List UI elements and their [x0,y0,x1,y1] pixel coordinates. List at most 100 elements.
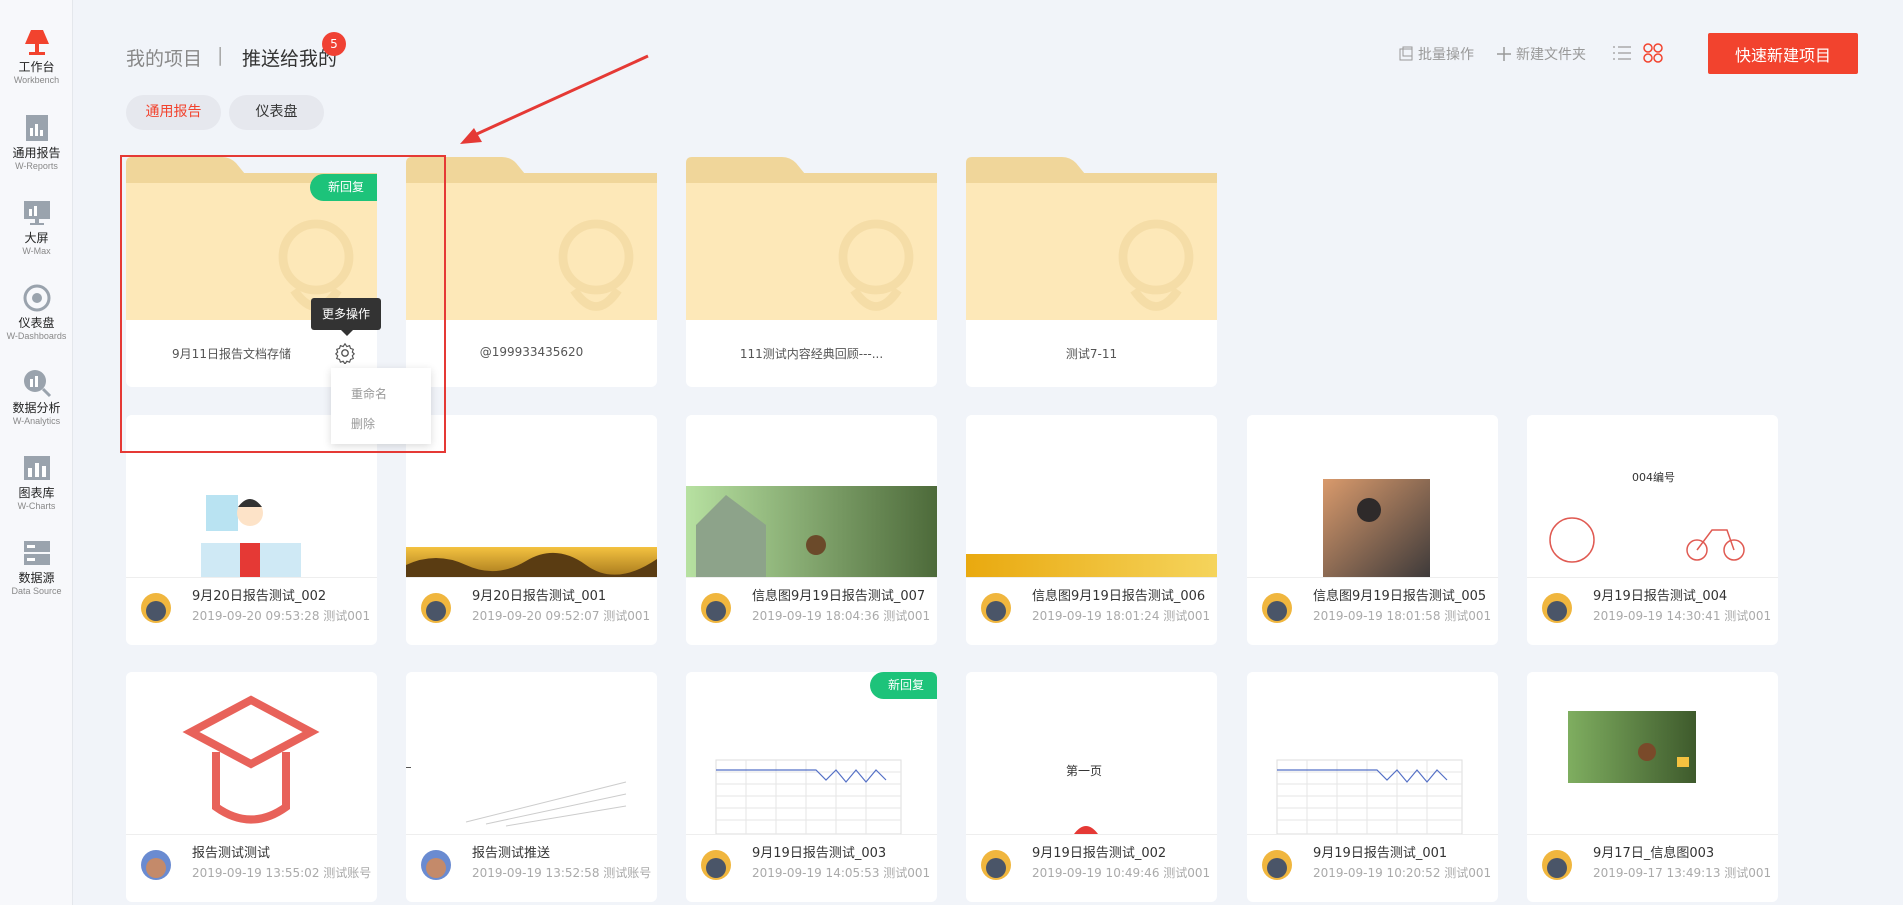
folder-name: 测试7-11 [1065,347,1118,361]
sidebar-label: 图表库 [18,486,55,500]
grid-view-icon[interactable] [1642,42,1664,64]
avatar [701,593,731,623]
report-thumbnail [686,415,937,577]
sidebar-label: 数据源 [18,571,55,585]
folder-name: 9月11日报告文档存储 [172,347,291,361]
report-card[interactable]: 9月19日报告测试_003 2019-09-19 14:05:53 测试001 … [686,672,937,902]
sidebar: 工作台 Workbench 通用报告 W-Reports 大屏 W-Max 仪表… [0,0,73,905]
folder-name: 111测试内容经典回顾---... [739,347,884,361]
plus-icon [1497,47,1511,61]
report-card[interactable]: 信息图9月19日报告测试_005 2019-09-19 18:01:58 测试0… [1247,415,1498,645]
new-reply-tag: 新回复 [309,174,377,201]
filter-reports[interactable]: 通用报告 [126,95,221,130]
report-thumbnail [1527,672,1778,834]
card-title: 报告测试测试 [192,846,271,861]
report-card[interactable]: 报告测试推送 2019-09-19 13:52:58 测试账号 [406,672,657,902]
report-card[interactable]: 第一页 9月19日报告测试_002 2019-09-19 10:49:46 测试… [966,672,1217,902]
batch-icon [1399,46,1413,61]
menu-item-delete[interactable]: 删除 [351,415,375,432]
card-meta: 2019-09-19 13:52:58 测试账号 [472,866,652,880]
sidebar-sublabel: W-Charts [17,501,56,511]
report-card[interactable]: 9月20日报告测试_001 2019-09-20 09:52:07 测试001 [406,415,657,645]
report-card[interactable]: 9月17日_信息图003 2019-09-17 13:49:13 测试001 [1527,672,1778,902]
new-reply-tag: 新回复 [869,672,937,699]
card-divider [126,834,377,835]
folder-card[interactable]: @199933435620 [406,157,657,387]
avatar [421,850,451,880]
card-title: 9月20日报告测试_001 [472,589,607,604]
card-divider [686,577,937,578]
card-meta: 2019-09-19 10:20:52 测试001 [1313,866,1492,880]
report-card[interactable]: 004编号 9月19日报告测试_004 2019-09-19 14:30:41 … [1527,415,1778,645]
folder-card[interactable]: 111测试内容经典回顾---... [686,157,937,387]
report-card[interactable]: 信息图9月19日报告测试_007 2019-09-19 18:04:36 测试0… [686,415,937,645]
report-thumbnail: 004编号 [1527,415,1778,577]
folder-tab [966,157,1217,185]
card-meta: 2019-09-19 14:30:41 测试001 [1593,609,1772,623]
card-title: 信息图9月19日报告测试_006 [1032,589,1206,604]
sidebar-item-dashboards[interactable]: 仪表盘 W-Dashboards [0,276,73,356]
avatar [701,850,731,880]
card-meta: 2019-09-19 14:05:53 测试001 [752,866,931,880]
card-divider [1527,577,1778,578]
list-view-icon[interactable] [1611,42,1633,64]
sidebar-item-bigscreen[interactable]: 大屏 W-Max [0,191,73,271]
tab-my-projects[interactable]: 我的项目 [126,44,202,71]
avatar [1542,850,1572,880]
card-divider [406,834,657,835]
folder-tab [406,157,657,185]
watermark-icon [558,219,634,311]
filter-dashboard[interactable]: 仪表盘 [229,95,324,130]
report-card[interactable]: 报告测试测试 2019-09-19 13:55:02 测试账号 [126,672,377,902]
bigscreen-icon [23,201,50,225]
card-divider [1247,834,1498,835]
new-folder-button[interactable]: 新建文件夹 [1496,44,1586,64]
batch-operation-button[interactable]: 批量操作 [1398,44,1474,64]
card-meta: 2019-09-19 18:04:36 测试001 [752,609,931,623]
sidebar-item-datasource[interactable]: 数据源 Data Source [0,531,73,611]
card-meta: 2019-09-20 09:53:28 测试001 [192,609,371,623]
avatar [981,850,1011,880]
folder-tab [686,157,937,185]
sidebar-item-charts[interactable]: 图表库 W-Charts [0,446,73,526]
report-thumbnail [406,415,657,577]
report-thumbnail [1247,415,1498,577]
sidebar-label: 仪表盘 [18,316,55,330]
tab-separator: | [217,44,224,66]
card-title: 信息图9月19日报告测试_005 [1313,589,1487,604]
gear-icon[interactable] [334,342,356,364]
report-card[interactable]: 信息图9月19日报告测试_006 2019-09-19 18:01:24 测试0… [966,415,1217,645]
report-card[interactable]: 9月19日报告测试_001 2019-09-19 10:20:52 测试001 [1247,672,1498,902]
watermark-icon [838,219,914,311]
card-meta: 2019-09-19 10:49:46 测试001 [1032,866,1211,880]
sidebar-sublabel: W-Analytics [12,416,61,426]
card-title: 9月19日报告测试_004 [1593,589,1728,604]
watermark-icon [1118,219,1194,311]
sidebar-item-workbench[interactable]: 工作台 Workbench [0,20,73,100]
folder-card[interactable]: 测试7-11 [966,157,1217,387]
sidebar-item-analytics[interactable]: 数据分析 W-Analytics [0,361,73,441]
card-title: 9月17日_信息图003 [1593,846,1715,861]
card-title: 9月20日报告测试_002 [192,589,327,604]
analytics-icon [23,370,51,398]
sidebar-item-reports[interactable]: 通用报告 W-Reports [0,106,73,186]
report-thumbnail [126,672,377,834]
card-title: 9月19日报告测试_002 [1032,846,1167,861]
dashboard-icon [23,284,50,312]
card-title: 9月19日报告测试_003 [752,846,887,861]
card-divider [406,577,657,578]
menu-item-rename[interactable]: 重命名 [351,385,387,402]
workbench-icon [24,30,49,55]
card-meta: 2019-09-17 13:49:13 测试001 [1593,866,1772,880]
sidebar-label: 大屏 [24,231,49,245]
sidebar-sublabel: Workbench [13,75,60,85]
avatar [1542,593,1572,623]
notification-badge: 5 [322,32,346,56]
new-folder-label: 新建文件夹 [1516,47,1586,63]
datasource-icon [23,541,50,565]
avatar [981,593,1011,623]
card-title: 信息图9月19日报告测试_007 [752,589,926,604]
avatar [1262,593,1292,623]
report-card[interactable]: 9月20日报告测试_002 2019-09-20 09:53:28 测试001 [126,415,377,645]
quick-new-project-button[interactable]: 快速新建项目 [1708,33,1858,74]
